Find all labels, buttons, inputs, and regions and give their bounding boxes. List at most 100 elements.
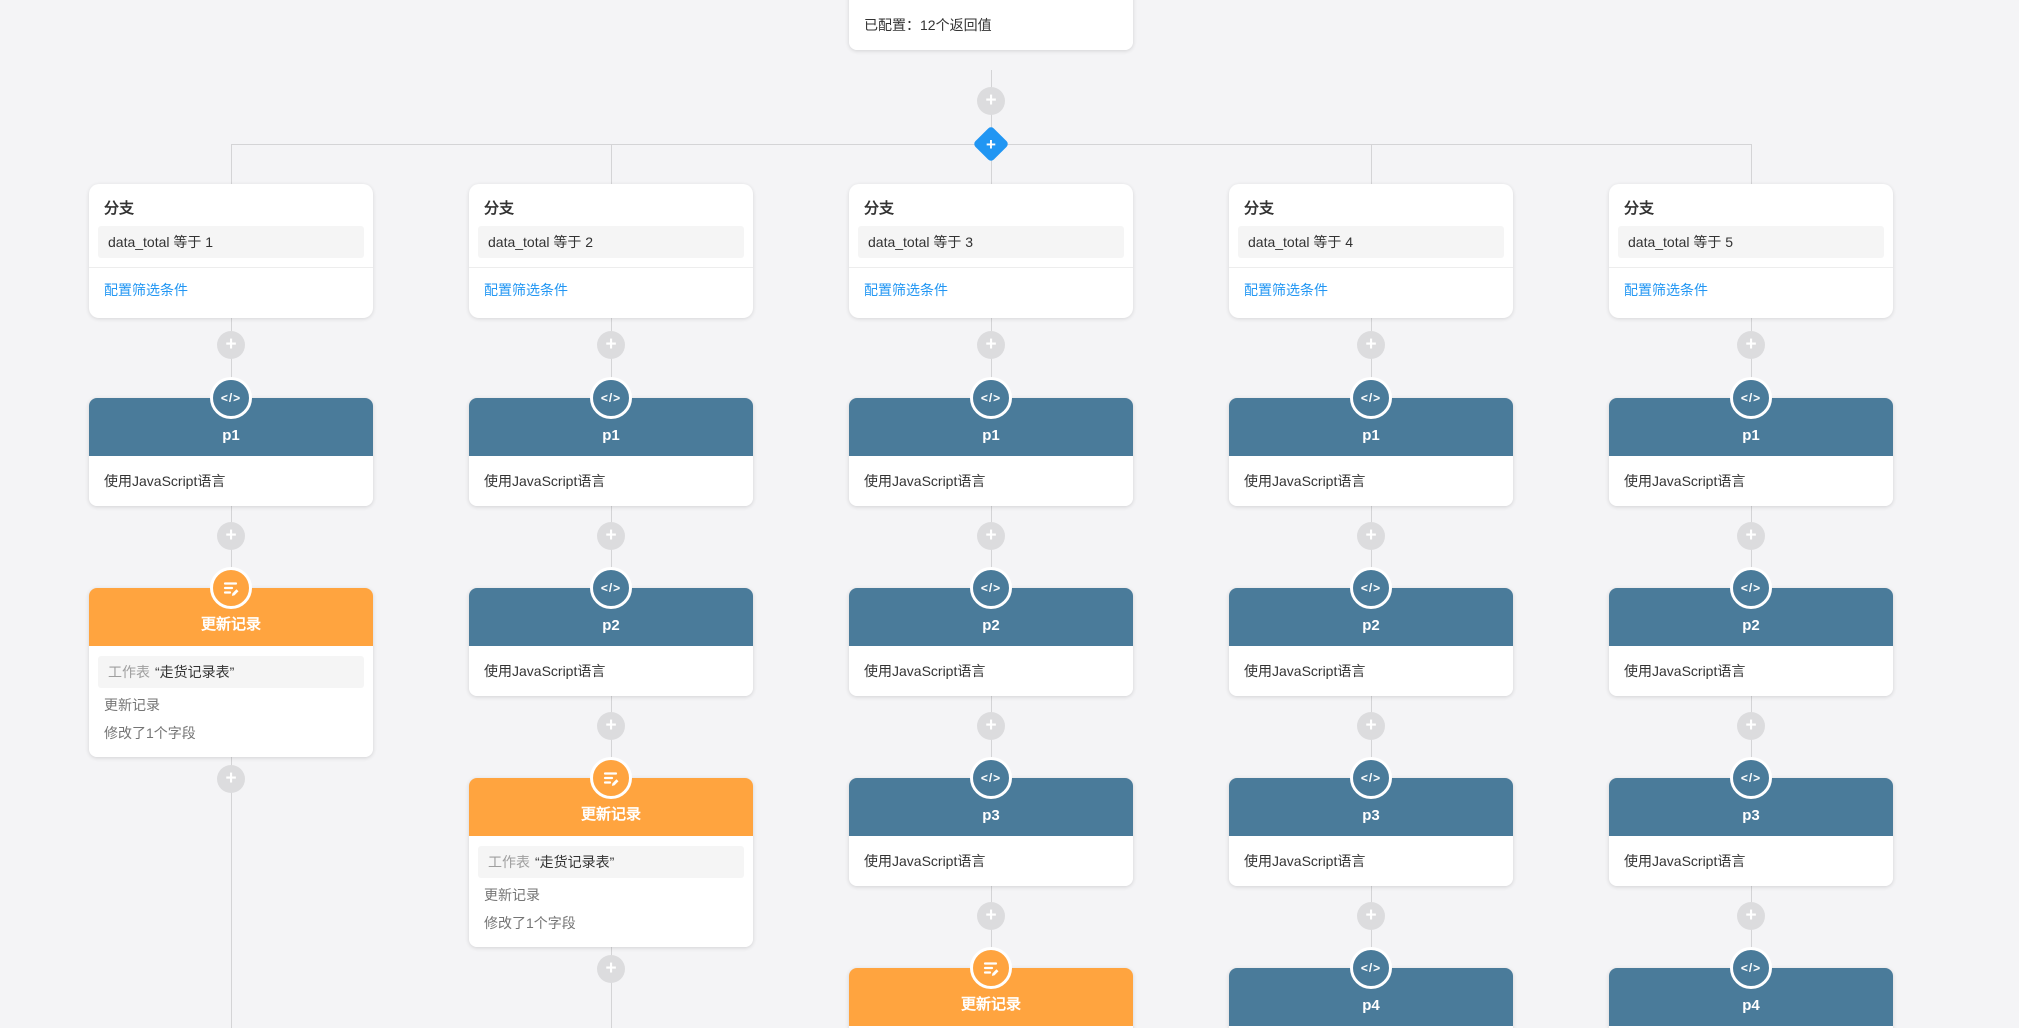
add-node-button[interactable]: + — [597, 331, 625, 359]
plus-icon: + — [1365, 525, 1377, 546]
code-icon: </> — [1730, 377, 1772, 419]
plus-icon: + — [985, 905, 997, 926]
configure-filter-link[interactable]: 配置筛选条件 — [1624, 279, 1708, 301]
plus-icon: + — [1745, 905, 1757, 926]
code-icon: </> — [970, 567, 1012, 609]
code-node[interactable]: </> p3 使用JavaScript语言 — [849, 757, 1133, 886]
branch-card[interactable]: 分支 data_total 等于 4 配置筛选条件 — [1229, 184, 1513, 318]
code-node[interactable]: </> p2 使用JavaScript语言 — [849, 567, 1133, 696]
code-node[interactable]: </> p1 使用JavaScript语言 — [849, 377, 1133, 506]
add-node-button[interactable]: + — [977, 522, 1005, 550]
code-node[interactable]: </> p1 使用JavaScript语言 — [1609, 377, 1893, 506]
webhook-node[interactable]: Webhook 已配置：12个返回值 — [849, 0, 1133, 50]
branch-card[interactable]: 分支 data_total 等于 3 配置筛选条件 — [849, 184, 1133, 318]
update-record-node[interactable]: 更新记录 工作表“走货记录表” 更新记录 修改了1个字段 — [849, 947, 1133, 1028]
node-description: 使用JavaScript语言 — [849, 836, 1133, 886]
plus-icon: + — [1745, 334, 1757, 355]
code-icon: </> — [590, 567, 632, 609]
add-node-button[interactable]: + — [1737, 902, 1765, 930]
branch-condition: data_total 等于 3 — [858, 226, 1124, 258]
code-icon: </> — [590, 377, 632, 419]
add-node-button[interactable]: + — [1737, 522, 1765, 550]
add-node-button[interactable]: + — [1357, 331, 1385, 359]
configure-filter-link[interactable]: 配置筛选条件 — [1244, 279, 1328, 301]
branch-title: 分支 — [104, 200, 135, 217]
code-node[interactable]: </> p2 使用JavaScript语言 — [469, 567, 753, 696]
code-icon: </> — [970, 757, 1012, 799]
plus-icon: + — [1745, 715, 1757, 736]
plus-icon: + — [985, 525, 997, 546]
branch-condition: data_total 等于 2 — [478, 226, 744, 258]
configure-filter-link[interactable]: 配置筛选条件 — [104, 279, 188, 301]
code-icon: </> — [1350, 757, 1392, 799]
add-node-button[interactable]: + — [977, 902, 1005, 930]
update-record-icon — [590, 757, 632, 799]
add-node-button[interactable]: + — [1357, 902, 1385, 930]
configure-filter-link[interactable]: 配置筛选条件 — [484, 279, 568, 301]
update-record-icon — [210, 567, 252, 609]
workflow-canvas: Webhook 已配置：12个返回值 + + 分支 data_total 等于 … — [0, 0, 2019, 1028]
plus-icon: + — [605, 958, 617, 979]
add-node-button[interactable]: + — [217, 765, 245, 793]
code-node[interactable]: </> p3 使用JavaScript语言 — [1609, 757, 1893, 886]
node-description: 使用JavaScript语言 — [1609, 456, 1893, 506]
update-fields-text: 修改了1个字段 — [104, 725, 196, 741]
add-node-button[interactable]: + — [217, 522, 245, 550]
add-node-button[interactable]: + — [597, 522, 625, 550]
plus-icon: + — [1365, 334, 1377, 355]
add-node-button[interactable]: + — [217, 331, 245, 359]
plus-icon: + — [605, 715, 617, 736]
code-node[interactable]: </> p3 使用JavaScript语言 — [1229, 757, 1513, 886]
plus-icon: + — [986, 134, 996, 154]
add-node-button[interactable]: + — [977, 331, 1005, 359]
code-node[interactable]: </> p1 使用JavaScript语言 — [1229, 377, 1513, 506]
divider — [469, 267, 753, 268]
add-node-button[interactable]: + — [1737, 331, 1765, 359]
code-icon: </> — [1730, 757, 1772, 799]
add-node-button[interactable]: + — [597, 955, 625, 983]
plus-icon: + — [1745, 525, 1757, 546]
node-description: 使用JavaScript语言 — [89, 456, 373, 506]
code-node[interactable]: </> p4 使用JavaScript语言 — [1229, 947, 1513, 1028]
add-node-button[interactable]: + — [1737, 712, 1765, 740]
branch-title: 分支 — [1624, 200, 1655, 217]
add-node-button[interactable]: + — [977, 87, 1005, 115]
branch-card[interactable]: 分支 data_total 等于 1 配置筛选条件 — [89, 184, 373, 318]
code-node[interactable]: </> p2 使用JavaScript语言 — [1229, 567, 1513, 696]
code-node[interactable]: </> p4 使用JavaScript语言 — [1609, 947, 1893, 1028]
add-node-button[interactable]: + — [1357, 712, 1385, 740]
divider — [89, 267, 373, 268]
worksheet-box: 工作表 “走货记录表” — [478, 846, 744, 878]
node-details: 工作表 “走货记录表” 更新记录 修改了1个字段 — [89, 646, 373, 757]
node-description: 使用JavaScript语言 — [1609, 646, 1893, 696]
update-action-text: 更新记录 — [104, 697, 160, 713]
add-node-button[interactable]: + — [1357, 522, 1385, 550]
configure-filter-link[interactable]: 配置筛选条件 — [864, 279, 948, 301]
node-description: 使用JavaScript语言 — [1609, 836, 1893, 886]
divider — [1229, 267, 1513, 268]
branch-condition: data_total 等于 4 — [1238, 226, 1504, 258]
update-record-node[interactable]: 更新记录 工作表“走货记录表” 更新记录 修改了1个字段 — [89, 567, 373, 757]
add-node-button[interactable]: + — [597, 712, 625, 740]
plus-icon: + — [605, 525, 617, 546]
update-record-node[interactable]: 更新记录 工作表“走货记录表” 更新记录 修改了1个字段 — [469, 757, 753, 947]
update-record-icon — [970, 947, 1012, 989]
divider — [1609, 267, 1893, 268]
node-description: 使用JavaScript语言 — [469, 646, 753, 696]
branch-card[interactable]: 分支 data_total 等于 5 配置筛选条件 — [1609, 184, 1893, 318]
plus-icon: + — [225, 334, 237, 355]
branch-card[interactable]: 分支 data_total 等于 2 配置筛选条件 — [469, 184, 753, 318]
code-node[interactable]: </> p1 使用JavaScript语言 — [89, 377, 373, 506]
code-icon: </> — [1730, 947, 1772, 989]
worksheet-name: “走货记录表” — [155, 664, 235, 680]
add-branch-button[interactable]: + — [972, 125, 1010, 163]
worksheet-label: 工作表 — [488, 854, 530, 870]
code-node[interactable]: </> p2 使用JavaScript语言 — [1609, 567, 1893, 696]
plus-icon: + — [225, 768, 237, 789]
branch-condition: data_total 等于 5 — [1618, 226, 1884, 258]
node-details: 工作表 “走货记录表” 更新记录 修改了1个字段 — [469, 836, 753, 947]
plus-icon: + — [1365, 715, 1377, 736]
worksheet-name: “走货记录表” — [535, 854, 615, 870]
code-node[interactable]: </> p1 使用JavaScript语言 — [469, 377, 753, 506]
add-node-button[interactable]: + — [977, 712, 1005, 740]
